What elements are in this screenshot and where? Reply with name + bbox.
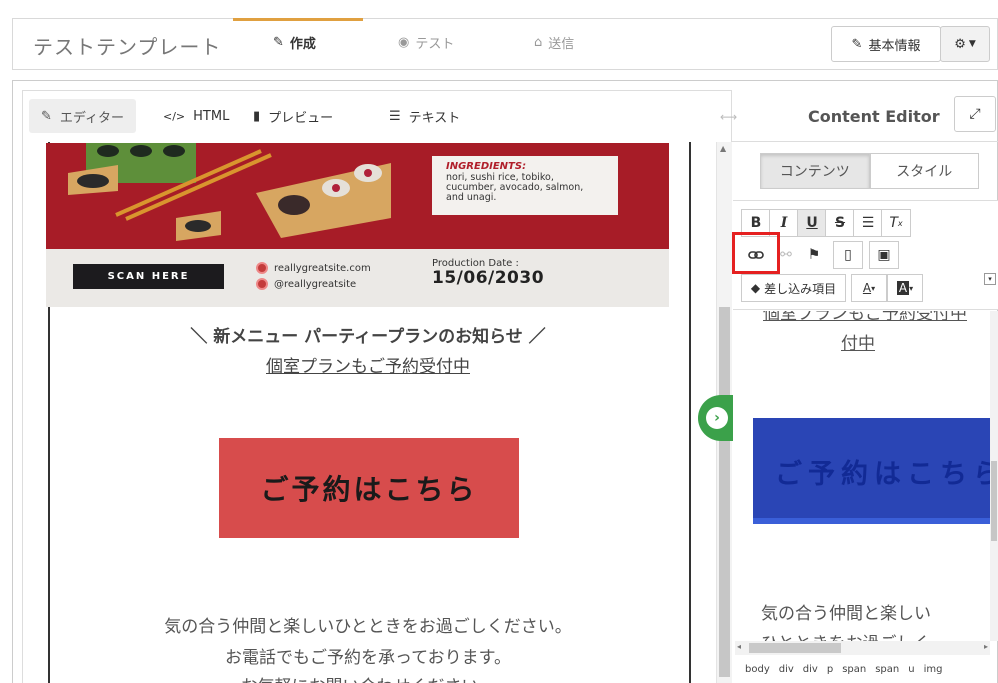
edit-icon: ✎ (273, 35, 284, 50)
background-color-button[interactable]: A ▾ (887, 274, 923, 302)
website-line: reallygreatsite.com (256, 262, 371, 274)
email-paragraph-3[interactable]: お気軽にお問い合わせください。 (48, 672, 688, 683)
path-item[interactable]: img (924, 664, 943, 675)
content-editor-tabs: コンテンツ スタイル (760, 153, 979, 189)
align-left-icon: ☰ (389, 108, 401, 124)
tab-preview[interactable]: ▮ プレビュー (241, 99, 345, 133)
font-color-button[interactable]: A ▾ (851, 274, 887, 302)
horizontal-rule-icon[interactable]: ☰ (853, 209, 883, 237)
editor-mode-toolbar: ✎ エディター </> HTML ▮ プレビュー ☰ テキスト (22, 90, 732, 142)
tab-contents[interactable]: コンテンツ (760, 153, 870, 189)
element-path-breadcrumb: body div div p span span u img (745, 664, 942, 675)
pencil-icon: ✎ (851, 36, 863, 52)
link-button-highlight (732, 232, 780, 274)
basic-info-label: 基本情報 (868, 38, 921, 54)
gear-icon: ⚙ (954, 36, 966, 52)
active-tab-indicator (233, 18, 363, 21)
tab-editor[interactable]: ✎ エディター (29, 99, 136, 133)
top-header: テストテンプレート ✎ 作成 ◉ テスト ⌂ 送信 ✎ 基本情報 ⚙ ▼ (12, 18, 998, 70)
tab-create[interactable]: ✎ 作成 (273, 33, 316, 52)
tab-label: プレビュー (268, 110, 334, 126)
sushi-banner-image[interactable]: INGREDIENTS: nori, sushi rice, tobiko, c… (46, 143, 669, 307)
email-paragraph-1[interactable]: 気の合う仲間と楽しいひとときをお過ごしください。 (48, 612, 688, 637)
ingredients-text: nori, sushi rice, tobiko, cucumber, avoc… (446, 172, 584, 203)
expand-icon[interactable]: ⤢ (954, 96, 996, 132)
merge-tag-button[interactable]: ◆ 差し込み項目 (741, 274, 846, 302)
file-icon: ▮ (253, 108, 261, 124)
content-editor-preview[interactable]: 個室プランもご予約受付中 付中 ご予約はこちら 気の合う仲間と楽しい ひとときを… (733, 311, 991, 641)
sushi-illustration (68, 143, 391, 241)
production-date: 15/06/2030 (432, 268, 545, 288)
scroll-up-icon[interactable]: ▲ (720, 144, 726, 153)
social-text: @reallygreatsite (274, 278, 357, 290)
scan-here-label: SCAN HERE (73, 264, 224, 289)
preview-scrollbar[interactable] (990, 311, 998, 641)
tab-label: HTML (193, 108, 230, 124)
underline-button[interactable]: U (797, 209, 827, 237)
preview-horizontal-scrollbar[interactable]: ◂ ▸ (735, 641, 990, 655)
path-item[interactable]: body (745, 664, 770, 675)
email-subline-link[interactable]: 個室プランもご予約受付中 (48, 352, 688, 377)
ingredients-title: INGREDIENTS: (446, 161, 527, 172)
inbox-icon: ⌂ (534, 35, 543, 50)
page-title: テストテンプレート (33, 35, 222, 59)
tab-label: エディター (59, 110, 124, 126)
preview-button-edge (753, 518, 991, 524)
content-editor-title: Content Editor (808, 107, 940, 126)
preview-scrollbar-thumb[interactable] (991, 461, 997, 541)
reserve-button-image[interactable]: ご予約はこちら (219, 438, 519, 538)
path-item[interactable]: div (803, 664, 818, 675)
preview-button-text: ご予約はこちら (775, 459, 991, 490)
social-icon (256, 278, 268, 290)
chevron-right-icon: › (706, 407, 728, 429)
social-line: @reallygreatsite (256, 278, 356, 290)
path-item[interactable]: div (779, 664, 794, 675)
tab-label: テスト (415, 37, 455, 52)
preview-paragraph[interactable]: 気の合う仲間と楽しい (761, 599, 931, 624)
content-editor-header: Content Editor ⤢ (732, 90, 998, 142)
target-icon: ◉ (398, 35, 410, 50)
tab-test[interactable]: ◉ テスト (398, 33, 454, 52)
path-item[interactable]: p (827, 664, 833, 675)
preview-button-image[interactable]: ご予約はこちら (753, 418, 991, 524)
clear-format-icon[interactable]: Tx (881, 209, 911, 237)
toolbar-expand-icon[interactable]: ▾ (984, 273, 996, 285)
scroll-right-icon[interactable]: ▸ (984, 642, 988, 651)
path-item[interactable]: u (908, 664, 914, 675)
horizontal-scrollbar-thumb[interactable] (749, 643, 841, 653)
website-text: reallygreatsite.com (274, 262, 371, 274)
banner-red-area: INGREDIENTS: nori, sushi rice, tobiko, c… (46, 143, 669, 249)
scroll-left-icon[interactable]: ◂ (737, 642, 741, 651)
chevron-down-icon: ▼ (968, 39, 976, 49)
tab-send[interactable]: ⌂ 送信 (534, 33, 574, 52)
path-item[interactable]: span (842, 664, 866, 675)
image-icon[interactable]: ▣ (869, 241, 899, 269)
edit-icon: ✎ (41, 108, 52, 124)
code-icon: </> (163, 109, 186, 123)
merge-tag-label: 差し込み項目 (764, 281, 837, 296)
insert-file-icon[interactable]: ▯ (833, 241, 863, 269)
tab-label: 送信 (548, 37, 575, 52)
tab-html[interactable]: </> HTML (151, 99, 241, 133)
tab-text[interactable]: ☰ テキスト (377, 99, 472, 133)
preview-link-text[interactable]: 個室プランもご予約受付中 (763, 311, 967, 324)
globe-icon (256, 262, 268, 274)
anchor-flag-icon[interactable]: ⚑ (799, 241, 829, 269)
ingredients-box: INGREDIENTS: nori, sushi rice, tobiko, c… (432, 156, 618, 215)
strikethrough-button[interactable]: S (825, 209, 855, 237)
tab-style[interactable]: スタイル (869, 153, 979, 189)
basic-info-button[interactable]: ✎ 基本情報 (831, 26, 941, 62)
settings-dropdown-button[interactable]: ⚙ ▼ (940, 26, 990, 62)
preview-paragraph-2[interactable]: ひとときをお過ごしく (761, 629, 931, 641)
scrollbar-thumb[interactable] (719, 307, 730, 677)
preview-link-line2[interactable]: 付中 (841, 329, 875, 354)
path-item[interactable]: span (875, 664, 899, 675)
tab-label: テキスト (408, 110, 461, 126)
email-paragraph-2[interactable]: お電話でもご予約を承っております。 (48, 643, 688, 668)
email-headline[interactable]: ＼ 新メニュー パーティープランのお知らせ ／ (48, 322, 688, 347)
tag-icon: ◆ (750, 281, 761, 295)
background-color-icon: A (896, 281, 910, 295)
tab-label: 作成 (289, 37, 316, 52)
font-color-icon: A (862, 281, 872, 295)
